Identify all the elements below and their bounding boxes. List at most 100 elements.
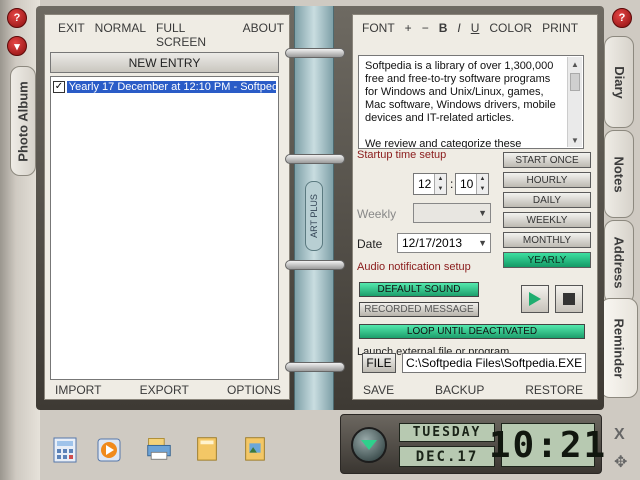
list-item[interactable]: ✓ Yearly 17 December at 12:10 PM - Softp…	[53, 79, 276, 95]
right-bottom-menu: SAVE BACKUP RESTORE	[363, 383, 583, 397]
entry-text: Yearly 17 December at 12:10 PM - Softped	[66, 81, 276, 93]
recorded-message-button[interactable]: RECORDED MESSAGE	[359, 302, 479, 317]
date-value: 12/17/2013	[402, 236, 463, 250]
file-path-input[interactable]: C:\Softpedia Files\Softpedia.EXE	[402, 353, 586, 373]
help-button[interactable]: ?	[612, 8, 632, 28]
binder-ring	[285, 48, 345, 58]
tab-address[interactable]: Address	[604, 220, 634, 304]
scroll-thumb[interactable]	[570, 73, 580, 91]
left-bottom-menu: IMPORT EXPORT OPTIONS	[55, 383, 281, 397]
menu-export[interactable]: EXPORT	[140, 383, 189, 397]
reminder-text[interactable]: Softpedia is a library of over 1,300,000…	[358, 55, 584, 149]
left-menu: EXIT NORMAL FULL SCREEN ABOUT	[53, 21, 289, 49]
font-increase-button[interactable]: +	[400, 21, 417, 35]
calculator-icon[interactable]	[52, 436, 78, 464]
reminder-text-more: We review and categorize these	[365, 138, 522, 149]
tab-label: Photo Album	[15, 80, 31, 162]
tab-label: Address	[611, 235, 627, 289]
tab-notes[interactable]: Notes	[604, 130, 634, 218]
text-scrollbar[interactable]: ▲ ▼	[567, 57, 582, 147]
date-label: Date	[357, 237, 383, 251]
menu-exit[interactable]: EXIT	[53, 21, 90, 49]
daily-button[interactable]: DAILY	[503, 192, 591, 208]
tab-photo-album[interactable]: Photo Album	[10, 66, 36, 176]
app-window: ? ▾ Photo Album ? Diary Notes Address Re…	[0, 0, 640, 480]
tab-diary[interactable]: Diary	[604, 36, 634, 128]
menu-font[interactable]: FONT	[357, 21, 400, 35]
hour-value: 12	[418, 177, 432, 191]
italic-button[interactable]: I	[452, 21, 465, 35]
bold-button[interactable]: B	[434, 21, 453, 35]
binder-ring	[285, 154, 345, 164]
weekly-label: Weekly	[357, 207, 397, 221]
minute-stepper[interactable]: 10 ▲ ▼	[455, 173, 489, 195]
play-icon	[529, 292, 541, 306]
new-entry-button[interactable]: NEW ENTRY	[50, 52, 279, 73]
menu-print[interactable]: PRINT	[537, 21, 583, 35]
minimize-button[interactable]: ▾	[7, 36, 27, 56]
photo-folder-icon[interactable]	[242, 434, 268, 462]
menu-import[interactable]: IMPORT	[55, 383, 101, 397]
yearly-button[interactable]: YEARLY	[503, 252, 591, 268]
clock-time: 10:21	[488, 423, 608, 467]
folder-icon[interactable]	[194, 434, 220, 462]
audio-label: Audio notification setup	[357, 261, 471, 273]
menu-about[interactable]: ABOUT	[238, 21, 289, 49]
clock-date: DEC.17	[399, 446, 495, 467]
weekly-button[interactable]: WEEKLY	[503, 212, 591, 228]
menu-full-screen[interactable]: FULL SCREEN	[151, 21, 238, 49]
time-separator: :	[450, 177, 454, 191]
right-page: FONT + − B I U COLOR PRINT Softpedia is …	[352, 14, 598, 400]
hourly-button[interactable]: HOURLY	[503, 172, 591, 188]
tab-reminder[interactable]: Reminder	[600, 298, 638, 398]
printer-icon[interactable]	[146, 434, 172, 462]
media-player-icon[interactable]	[96, 436, 122, 464]
play-button[interactable]	[521, 285, 549, 313]
binder-ring	[285, 260, 345, 270]
hour-updown[interactable]: ▲ ▼	[434, 174, 446, 194]
close-button[interactable]: ?	[7, 8, 27, 28]
format-menu: FONT + − B I U COLOR PRINT	[357, 21, 583, 35]
art-plus-label: ART PLUS	[309, 194, 319, 238]
entry-list[interactable]: ✓ Yearly 17 December at 12:10 PM - Softp…	[50, 76, 279, 380]
startup-label: Startup time setup	[357, 149, 447, 161]
help-icon: ?	[618, 12, 626, 24]
chevron-down-icon	[361, 440, 377, 450]
chevron-down-icon: ▼	[478, 208, 487, 218]
clock-knob[interactable]	[351, 427, 387, 463]
font-decrease-button[interactable]: −	[417, 21, 434, 35]
menu-save[interactable]: SAVE	[363, 383, 394, 397]
start-once-button[interactable]: START ONCE	[503, 152, 591, 168]
entry-checkbox[interactable]: ✓	[53, 81, 65, 93]
exit-icon[interactable]: X	[614, 426, 625, 444]
tab-label: Notes	[611, 155, 627, 193]
move-icon[interactable]: ✥	[614, 452, 627, 472]
menu-color[interactable]: COLOR	[484, 21, 537, 35]
scroll-up-icon[interactable]: ▲	[568, 57, 582, 71]
clock-day: TUESDAY	[399, 423, 495, 442]
loop-button[interactable]: LOOP UNTIL DEACTIVATED	[359, 324, 585, 339]
menu-normal[interactable]: NORMAL	[90, 21, 151, 49]
stop-button[interactable]	[555, 285, 583, 313]
tab-label: Diary	[611, 65, 627, 99]
chevron-down-icon: ▼	[478, 238, 487, 248]
minute-updown[interactable]: ▲ ▼	[476, 174, 488, 194]
menu-options[interactable]: OPTIONS	[227, 383, 281, 397]
art-plus-logo: ART PLUS	[305, 181, 323, 251]
monthly-button[interactable]: MONTHLY	[503, 232, 591, 248]
menu-restore[interactable]: RESTORE	[525, 383, 583, 397]
default-sound-button[interactable]: DEFAULT SOUND	[359, 282, 479, 297]
binder-spine: ART PLUS	[285, 6, 345, 410]
minute-value: 10	[460, 177, 474, 191]
hour-stepper[interactable]: 12 ▲ ▼	[413, 173, 447, 195]
underline-button[interactable]: U	[466, 21, 485, 35]
stop-icon	[563, 293, 575, 305]
chevron-down-icon: ▾	[14, 40, 20, 53]
date-picker[interactable]: 12/17/2013 ▼	[397, 233, 491, 253]
menu-backup[interactable]: BACKUP	[435, 383, 484, 397]
clock-panel: TUESDAY DEC.17 10:21	[340, 414, 608, 474]
scroll-down-icon[interactable]: ▼	[568, 133, 582, 147]
tab-label: Reminder	[611, 318, 627, 378]
file-button[interactable]: FILE	[362, 353, 396, 373]
weekly-select[interactable]: ▼	[413, 203, 491, 223]
